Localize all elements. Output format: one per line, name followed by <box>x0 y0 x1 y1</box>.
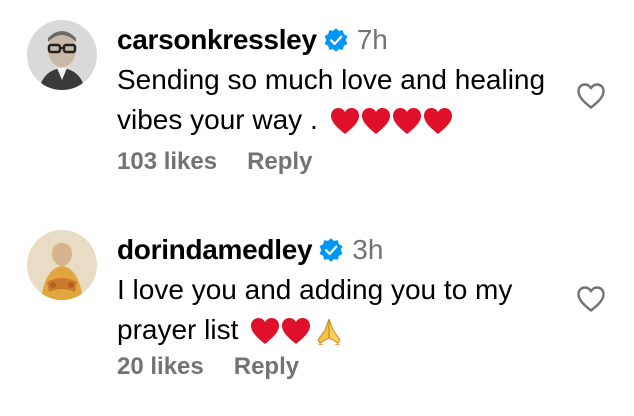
timestamp: 3h <box>352 234 384 265</box>
comment-body: Sending so much love and healing vibes y… <box>117 60 577 140</box>
user-avatar[interactable] <box>27 20 97 90</box>
reply-button[interactable]: Reply <box>247 148 312 176</box>
red-heart-icon <box>330 107 360 135</box>
timestamp: 7h <box>356 24 388 55</box>
red-heart-icon <box>281 317 311 345</box>
heart-outline-icon[interactable] <box>576 285 606 313</box>
comment-meta: 103 likes Reply <box>117 148 312 176</box>
likes-count[interactable]: 20 likes <box>117 353 204 381</box>
heart-outline-icon[interactable] <box>576 82 606 110</box>
avatar-image <box>27 230 97 300</box>
user-avatar[interactable] <box>27 230 97 300</box>
comment-body: I love you and adding you to my prayer l… <box>117 270 577 350</box>
comment-header: carsonkressley 7h <box>117 22 388 58</box>
username[interactable]: dorindamedley <box>117 234 313 266</box>
verified-badge-icon <box>323 27 349 53</box>
red-heart-icon <box>423 107 453 135</box>
comment-meta: 20 likes Reply <box>117 353 299 381</box>
username[interactable]: carsonkressley <box>117 24 317 56</box>
red-heart-icon <box>392 107 422 135</box>
emoji-group <box>250 316 344 346</box>
verified-badge-icon <box>318 237 344 263</box>
red-heart-icon <box>250 317 280 345</box>
emoji-group <box>330 107 454 135</box>
folded-hands-icon <box>314 316 344 346</box>
comment-header: dorindamedley 3h <box>117 232 383 268</box>
avatar-image <box>27 20 97 90</box>
red-heart-icon <box>361 107 391 135</box>
comments-list: carsonkressley 7h Sending so much love a… <box>0 0 634 416</box>
likes-count[interactable]: 103 likes <box>117 148 217 176</box>
reply-button[interactable]: Reply <box>234 353 299 381</box>
